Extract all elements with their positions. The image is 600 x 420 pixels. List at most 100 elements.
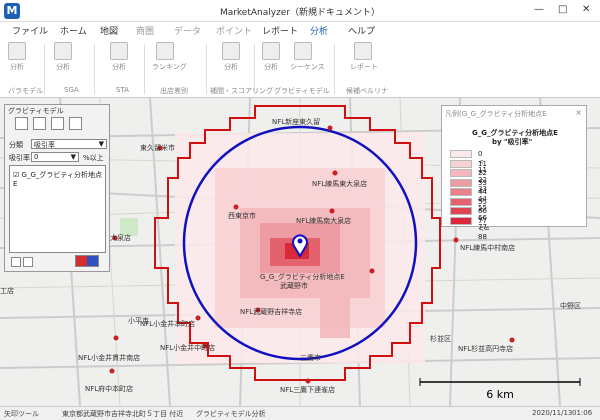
ribbon-sequence-button[interactable]: シーケンス [290,42,325,72]
analysis-icon [222,42,240,60]
status-bar: 矢印ツール 東京都武蔵野市吉祥寺北町５丁目 付近 グラビティモデル分析 2020… [0,406,600,420]
legend-swatch [450,169,472,177]
close-icon[interactable]: ✕ [582,4,590,15]
map-label: 西東京市 [228,211,256,220]
ribbon-group-label: バラモデル [8,87,43,95]
ribbon-ranking-button[interactable]: ランキング [152,42,187,72]
status-date: 2020/11/13 [532,409,573,417]
tool-button[interactable] [33,117,46,130]
ribbon-group-label: 候補ベルリナ [346,87,388,95]
map-label: NFL杉並高円寺店 [458,344,513,353]
menu-home[interactable]: ホーム [60,24,87,37]
map-label: NFL武蔵野吉祥寺店 [240,307,302,316]
ribbon-report-button[interactable]: レポート [350,42,378,72]
list-item[interactable]: ☑ G_G_グラビティ分析地点E [13,170,105,188]
ranking-icon [156,42,174,60]
map-label: 三鷹市 [300,353,321,362]
map-label: G_G_グラビティ分析地点E [260,272,345,281]
analysis-icon [262,42,280,60]
status-mode: グラビティモデル分析 [196,410,266,418]
menu-map[interactable]: 地図 [100,24,118,37]
legend-swatch [450,150,472,158]
legend-swatch [450,188,472,196]
legend-subheading: by "吸引率" [492,138,533,146]
ribbon-group-label: SGA [64,86,79,94]
rate-input[interactable]: 0 ▼ [31,152,79,162]
scale-bar: 6 km [419,378,581,401]
window-title: MarketAnalyzer（新規ドキュメント） [219,8,381,18]
divider [206,44,207,94]
map-label: NFL小金井本町店 [140,319,195,328]
color-button[interactable] [75,255,99,267]
analysis-icon [110,42,128,60]
map-label: 杉並区 [430,334,451,343]
report-icon [354,42,372,60]
ribbon-analysis-button[interactable]: 分析 [50,42,76,72]
map-label: NFL練馬中村南店 [460,243,515,252]
category-label: 分類 [9,141,23,149]
ribbon-group-label: グラビティモデル [274,87,330,95]
ribbon-analysis-button[interactable]: 分析 [106,42,132,72]
divider [44,44,45,94]
menu-help[interactable]: ヘルプ [348,24,375,37]
divider [94,44,95,94]
maximize-icon[interactable]: □ [558,4,567,15]
menu-point[interactable]: ポイント [216,24,252,37]
tool-button[interactable] [15,117,28,130]
status-address: 東京都武蔵野市吉祥寺北町５丁目 付近 [62,410,184,418]
minimize-icon[interactable]: — [534,4,544,15]
close-icon[interactable]: × [575,108,582,117]
gravity-list[interactable]: ☑ G_G_グラビティ分析地点E [9,165,106,253]
legend-title: 凡例(G_G_グラビティ分析地点E [445,110,547,118]
map-label: NFL三鷹下連雀店 [280,385,335,394]
ribbon-analysis-button[interactable]: 分析 [218,42,244,72]
analysis-icon [54,42,72,60]
legend-swatch [450,197,472,206]
ribbon: 分析 分析 分析 ランキング 分析 分析 シーケンス レポート バラモデル SG… [0,38,600,98]
panel-title: グラビティモデル [8,107,64,115]
divider [334,44,335,94]
map-label: 武蔵野市 [280,281,308,290]
map-label: NFL府中本町店 [85,384,133,393]
legend-swatch [450,207,472,215]
tool-button[interactable] [11,257,21,267]
map-label: NFL小金井貫井南店 [78,353,140,362]
menu-data[interactable]: データ [174,24,201,37]
svg-text:6 km: 6 km [486,388,514,401]
gravity-model-panel: グラビティモデル 分類 吸引率 ▼ 吸引率 0 ▼ %以上 ☑ G_G_グラビティ分… [4,104,110,272]
title-bar: M MarketAnalyzer（新規ドキュメント） — □ ✕ [0,0,600,22]
analysis-icon [8,42,26,60]
status-tool: 矢印ツール [4,410,39,418]
map-label: NFL練馬南大泉店 [296,216,351,225]
ribbon-analysis-button[interactable]: 分析 [4,42,30,72]
map-label: NFL新座東久留 [272,117,320,126]
tool-button[interactable] [69,117,82,130]
menu-report[interactable]: レポート [262,24,298,37]
legend-swatch [450,178,472,187]
map-label: NFL練馬東大泉店 [312,179,367,188]
map-label: 中野区 [560,301,581,310]
ribbon-analysis-button[interactable]: 分析 [258,42,284,72]
legend-swatch [450,216,472,225]
status-time: 01:06 [572,409,593,417]
rate-label: 吸引率 [9,154,30,162]
menu-bar: ファイル ホーム 地図 商圏 データ ポイント レポート 分析 ヘルプ [0,22,600,40]
map-label: NFL小金井中町店 [160,343,215,352]
legend-panel: 凡例(G_G_グラビティ分析地点E × G_G_グラビティ分析地点E by "吸… [441,105,587,241]
divider [144,44,145,94]
tool-button[interactable] [23,257,33,267]
ribbon-group-label: STA [116,86,129,94]
legend-swatch [450,159,472,168]
menu-trade-area[interactable]: 商圏 [136,24,154,37]
ribbon-group-label: 補間・スコアリング [210,87,273,95]
map-label: 大泉店 [110,233,131,242]
menu-file[interactable]: ファイル [12,24,48,37]
map-label: 工店 [0,286,14,295]
map-label: 東久留米市 [140,143,175,152]
sequence-icon [294,42,312,60]
tool-button[interactable] [51,117,64,130]
ribbon-group-label: 出店差別 [160,87,188,95]
rate-suffix: %以上 [83,154,104,162]
legend-label: 77 <= 88 [478,216,490,241]
category-select[interactable]: 吸引率 ▼ [31,139,107,149]
